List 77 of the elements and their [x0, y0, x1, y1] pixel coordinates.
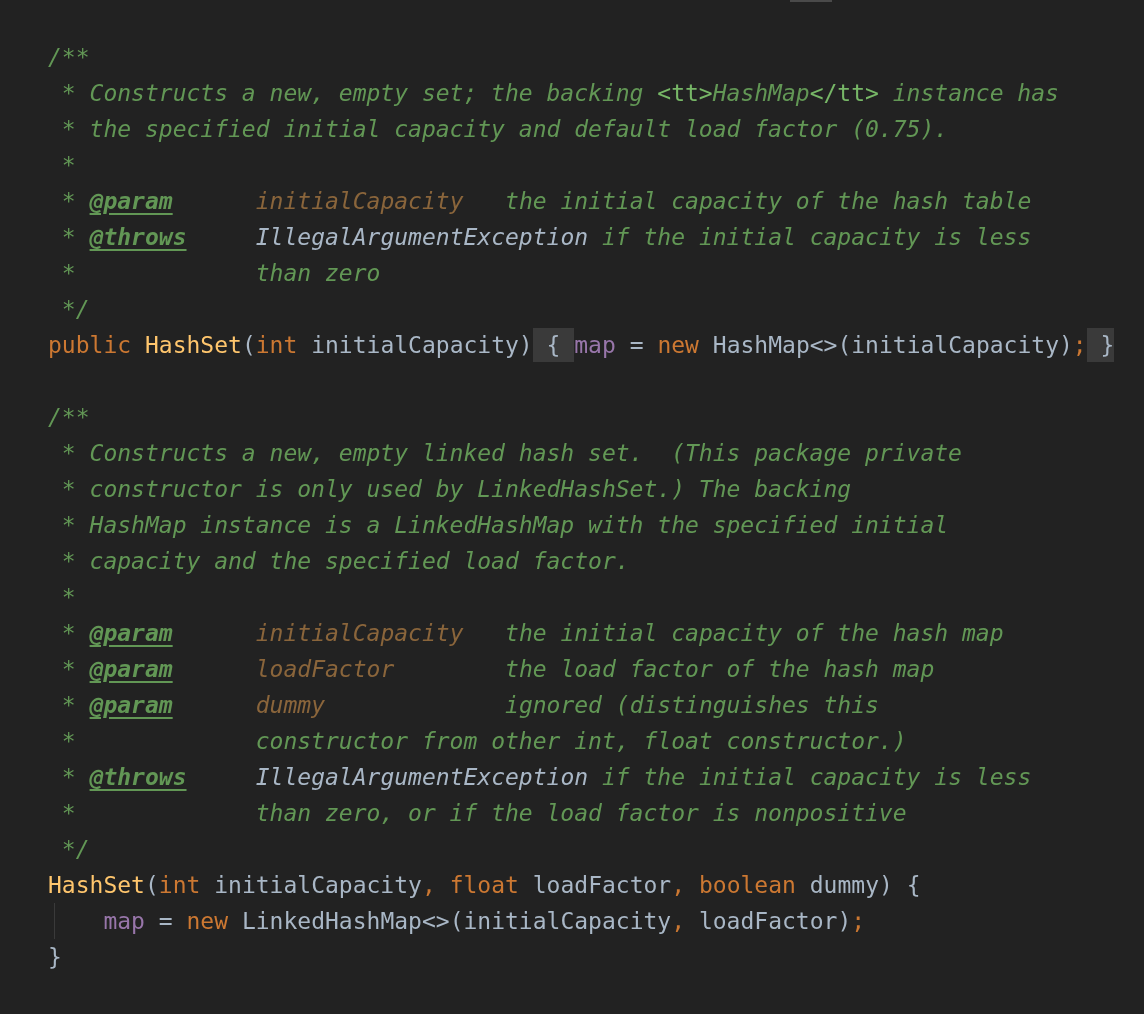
code-text: dummy) {	[809, 870, 921, 900]
code-text: =	[158, 906, 173, 936]
comment-text: */	[61, 834, 90, 864]
keyword: int	[158, 870, 201, 900]
punctuation: ,	[421, 870, 436, 900]
doc-tag: @param	[89, 183, 173, 219]
punctuation: ;	[851, 906, 866, 936]
comment-text: * Constructs a new, empty set; the backing	[61, 78, 644, 108]
doc-tag: @param	[89, 651, 173, 687]
param-name: loadFactor	[255, 654, 395, 684]
doc-tag: @param	[89, 687, 173, 723]
comment-text: * the specified initial capacity and default load factor (0.75).	[61, 114, 949, 144]
code-text: loadFactor)	[698, 906, 852, 936]
comment-text: * Constructs a new, empty linked hash set. (This package private	[61, 438, 962, 468]
punctuation: ,	[671, 870, 686, 900]
keyword: public	[48, 330, 132, 360]
code-text: =	[629, 330, 644, 360]
class-reference: IllegalArgumentException	[255, 762, 589, 792]
comment-text: ignored (distinguishes this	[505, 690, 879, 720]
comment-text: *	[61, 222, 76, 252]
comment-text: HashMap	[712, 78, 810, 108]
comment-text: /**	[48, 402, 90, 432]
comment-text: *	[61, 762, 76, 792]
comment-text: * HashMap instance is a LinkedHashMap with the specified initial	[61, 510, 949, 540]
comment-text: if the initial capacity is less	[601, 762, 1032, 792]
keyword: float	[449, 870, 519, 900]
keyword: boolean	[698, 870, 796, 900]
code-text: LinkedHashMap<>(initialCapacity	[241, 906, 672, 936]
code-text: (	[144, 870, 159, 900]
html-tag: </tt>	[809, 75, 879, 111]
comment-text: *	[61, 186, 76, 216]
punctuation: ,	[671, 906, 686, 936]
code-text: initialCapacity)	[311, 330, 533, 360]
scrollbar-thumb[interactable]	[790, 0, 832, 2]
comment-text: the initial capacity of the hash table	[505, 186, 1032, 216]
code-text: loadFactor	[532, 870, 672, 900]
keyword: int	[255, 330, 298, 360]
keyword: new	[186, 906, 229, 936]
comment-text: than zero	[255, 258, 381, 288]
comment-text: *	[61, 582, 76, 612]
folded-brace[interactable]: {	[532, 327, 575, 363]
comment-text: *	[61, 690, 76, 720]
method-name: HashSet	[144, 330, 242, 360]
comment-text: *	[61, 618, 76, 648]
html-tag: <tt>	[657, 75, 713, 111]
comment-text: */	[61, 294, 90, 324]
comment-text: constructor from other int, float constructor.)	[255, 726, 907, 756]
keyword: new	[657, 330, 699, 360]
comment-text: the load factor of the hash map	[505, 654, 935, 684]
comment-text: * constructor is only used by LinkedHashSet.) The backing	[61, 474, 852, 504]
class-reference: IllegalArgumentException	[255, 222, 589, 252]
comment-text: *	[61, 258, 76, 288]
code-text: }	[48, 942, 62, 972]
code-text: (	[241, 330, 256, 360]
method-name: HashSet	[48, 870, 145, 900]
comment-text: the initial capacity of the hash map	[505, 618, 1004, 648]
field-name: map	[103, 906, 145, 936]
code-text: HashMap<>(initialCapacity)	[712, 330, 1073, 360]
param-name: initialCapacity	[255, 618, 464, 648]
punctuation: ;	[1072, 330, 1087, 360]
comment-text: instance has	[892, 78, 1059, 108]
doc-tag: @throws	[89, 219, 187, 255]
doc-tag: @throws	[89, 759, 187, 795]
comment-text: *	[61, 798, 76, 828]
code-text: initialCapacity	[214, 870, 422, 900]
comment-text: *	[61, 726, 76, 756]
comment-text: *	[61, 654, 76, 684]
comment-text: /**	[48, 42, 90, 72]
folded-brace[interactable]: }	[1086, 327, 1115, 363]
doc-tag: @param	[89, 615, 173, 651]
comment-text: * capacity and the specified load factor.	[61, 546, 630, 576]
comment-text: than zero, or if the load factor is nonpositive	[255, 798, 907, 828]
field-name: map	[574, 330, 616, 360]
comment-text: if the initial capacity is less	[601, 222, 1032, 252]
comment-text: *	[61, 150, 76, 180]
param-name: initialCapacity	[255, 186, 464, 216]
param-name: dummy	[255, 690, 325, 720]
